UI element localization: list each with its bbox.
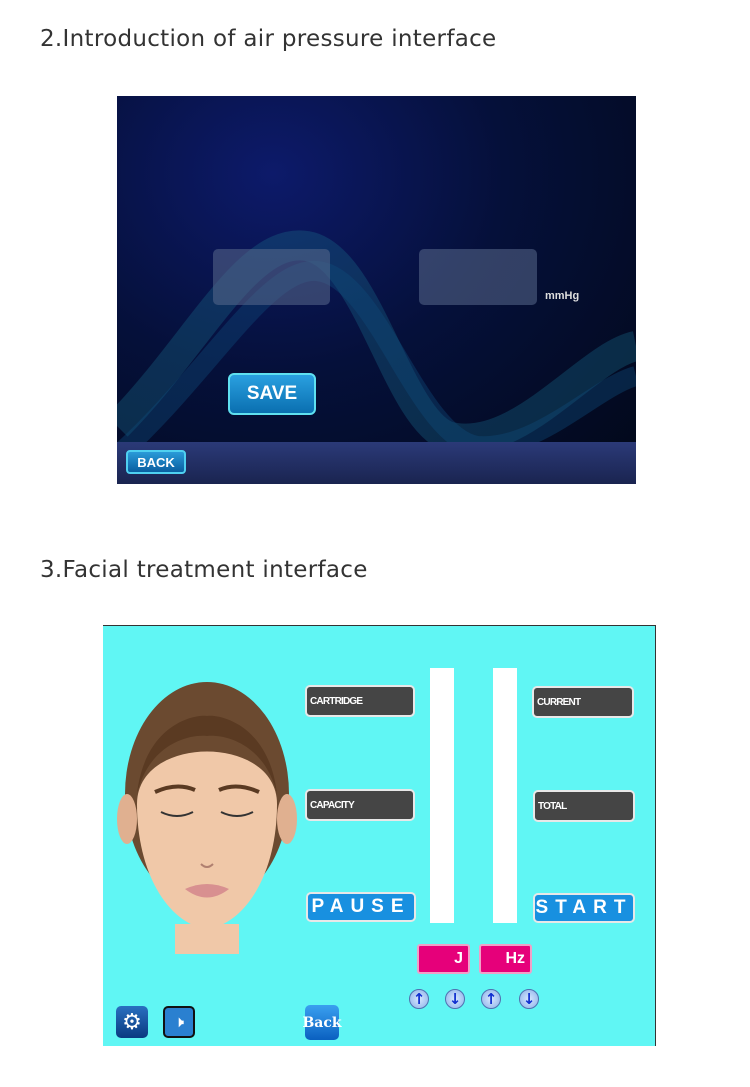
frequency-up-arrow-icon[interactable]: ↑ xyxy=(481,989,501,1009)
total-display: TOTAL xyxy=(533,790,635,822)
energy-down-arrow-icon[interactable]: ↓ xyxy=(445,989,465,1009)
current-display: CURRENT xyxy=(532,686,634,718)
frequency-level-bar xyxy=(493,668,517,923)
pressure-input-2[interactable] xyxy=(419,249,537,305)
section-title-facial: 3.Facial treatment interface xyxy=(40,557,368,583)
gear-icon[interactable]: ⚙ xyxy=(116,1006,148,1038)
frequency-value: Hz xyxy=(479,944,532,974)
cartridge-display: CARTRIDGE xyxy=(305,685,415,717)
speaker-icon[interactable]: 🕨 xyxy=(163,1006,195,1038)
back-button[interactable]: BACK xyxy=(126,450,186,474)
unit-label: mmHg xyxy=(545,290,580,302)
bottom-bar: BACK xyxy=(117,442,636,484)
face-image xyxy=(117,682,297,954)
start-button[interactable]: START xyxy=(533,893,635,923)
energy-level-bar xyxy=(430,668,454,923)
facial-treatment-screen: CARTRIDGE CAPACITY PAUSE CURRENT TOTAL S… xyxy=(103,625,656,1046)
save-button[interactable]: SAVE xyxy=(228,373,316,415)
air-pressure-screen: mmHg SAVE BACK xyxy=(117,96,636,484)
back-button[interactable]: Back xyxy=(302,1005,342,1040)
pressure-input-1[interactable] xyxy=(213,249,330,305)
pause-button[interactable]: PAUSE xyxy=(306,892,416,922)
section-title-air-pressure: 2.Introduction of air pressure interface xyxy=(40,26,497,52)
energy-up-arrow-icon[interactable]: ↑ xyxy=(409,989,429,1009)
frequency-down-arrow-icon[interactable]: ↓ xyxy=(519,989,539,1009)
capacity-display: CAPACITY xyxy=(305,789,415,821)
energy-value: J xyxy=(417,944,470,974)
